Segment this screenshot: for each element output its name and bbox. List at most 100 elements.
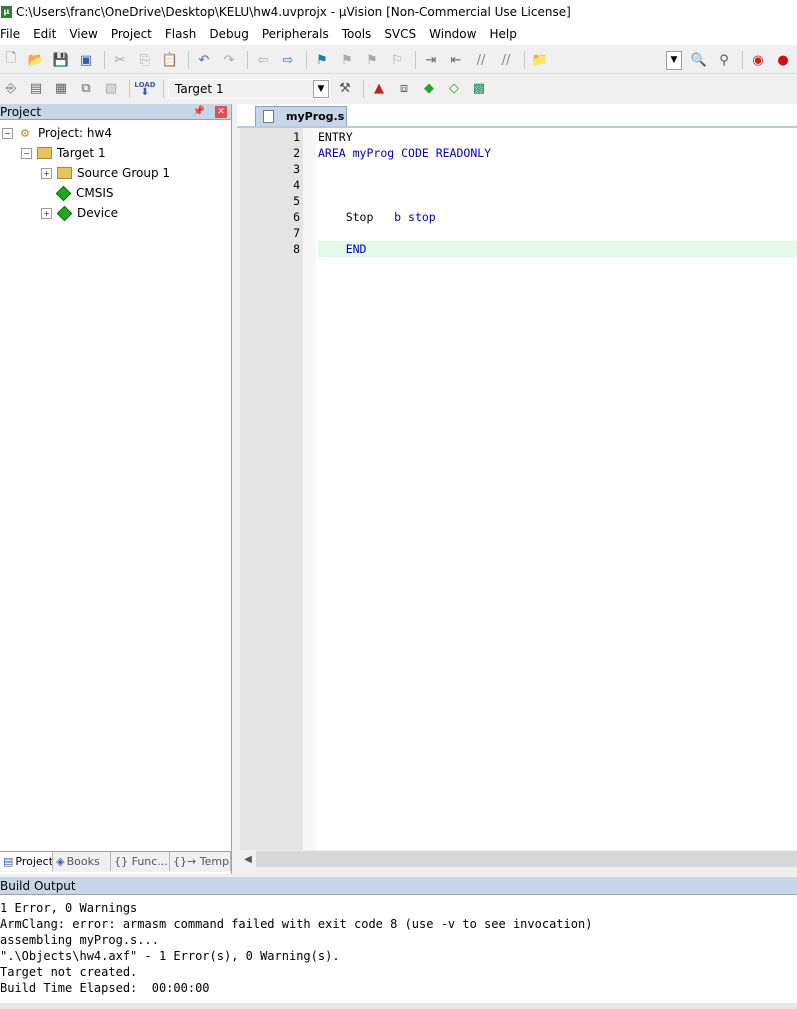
tab-project[interactable]: ▤ Project <box>0 852 54 871</box>
source-group-label: Source Group 1 <box>77 166 171 180</box>
code-line[interactable]: 7 <box>237 225 797 241</box>
incremental-find-icon[interactable]: ⚲ <box>713 49 735 71</box>
menu-svcs[interactable]: SVCS <box>378 24 423 45</box>
expand-icon[interactable]: + <box>41 207 52 219</box>
tab-templates[interactable]: {}→ Temp... <box>170 852 231 871</box>
tree-cmsis[interactable]: CMSIS <box>55 184 114 202</box>
save-icon[interactable]: 💾 <box>50 49 72 71</box>
tree-target[interactable]: − Target 1 <box>21 144 106 162</box>
cut-icon[interactable]: ✂ <box>109 49 131 71</box>
navigate-forward-icon[interactable]: ⇨ <box>277 49 299 71</box>
code-text[interactable]: AREA myProg CODE READONLY <box>318 145 491 161</box>
code-line[interactable]: 6 Stop b stop <box>237 209 797 225</box>
copy-icon[interactable]: ⎘ <box>134 49 156 71</box>
document-icon <box>263 110 274 123</box>
menu-help[interactable]: Help <box>483 24 523 45</box>
collapse-icon[interactable]: − <box>2 127 13 139</box>
file-tab-myprog[interactable]: myProg.s <box>255 106 347 126</box>
menu-tools[interactable]: Tools <box>336 24 379 45</box>
tree-device[interactable]: + Device <box>41 204 118 222</box>
find-in-files-icon[interactable]: 📁 <box>529 49 551 71</box>
find-icon[interactable]: 🔍 <box>688 49 710 71</box>
menu-peripherals[interactable]: Peripherals <box>256 24 336 45</box>
uncomment-icon[interactable]: // <box>495 49 517 71</box>
collapse-icon[interactable]: − <box>21 147 32 159</box>
redo-icon[interactable]: ↷ <box>218 49 240 71</box>
line-number: 5 <box>293 194 300 208</box>
scroll-left-icon[interactable]: ◀ <box>240 851 256 867</box>
prev-bookmark-icon[interactable]: ⚑ <box>336 49 358 71</box>
build-icon[interactable]: ▤ <box>25 78 47 100</box>
menu-file[interactable]: File <box>0 24 27 45</box>
unindent-icon[interactable]: ⇤ <box>445 49 467 71</box>
line-number: 4 <box>293 178 300 192</box>
build-output-line: ".\Objects\hw4.axf" - 1 Error(s), 0 Warn… <box>0 949 340 963</box>
expand-icon[interactable]: + <box>41 167 52 179</box>
code-text[interactable]: ENTRY <box>318 129 353 145</box>
manage-rte-icon[interactable]: ◆ <box>418 78 440 100</box>
stop-build-icon[interactable]: ▧ <box>100 78 122 100</box>
build-output-line: Build Time Elapsed: 00:00:00 <box>0 981 210 995</box>
open-file-icon[interactable]: 📂 <box>25 49 47 71</box>
comment-icon[interactable]: // <box>470 49 492 71</box>
chevron-down-icon[interactable]: ▼ <box>313 79 329 98</box>
tab-books[interactable]: ◈ Books <box>53 852 112 871</box>
software-packs-icon[interactable]: ▩ <box>468 78 490 100</box>
new-file-icon[interactable]: 🗋 <box>0 49 22 71</box>
close-icon[interactable]: ✕ <box>215 105 227 118</box>
target-options-icon[interactable]: ⚒ <box>334 78 356 100</box>
build-output-panel: Build Output 1 Error, 0 Warnings ArmClan… <box>0 877 797 1009</box>
next-bookmark-icon[interactable]: ⚑ <box>361 49 383 71</box>
horizontal-scrollbar[interactable]: ◀ <box>240 851 797 867</box>
target-folder-icon <box>36 146 52 160</box>
find-combo-dropdown[interactable]: ▼ <box>666 50 682 70</box>
tree-source-group[interactable]: + Source Group 1 <box>41 164 170 182</box>
menu-edit[interactable]: Edit <box>27 24 63 45</box>
line-number: 3 <box>293 162 300 176</box>
code-line[interactable]: 5 <box>237 193 797 209</box>
code-text[interactable]: END <box>318 241 797 257</box>
tab-project-label: Project <box>15 855 54 868</box>
rebuild-icon[interactable]: ▦ <box>50 78 72 100</box>
save-all-icon[interactable]: ▣ <box>75 49 97 71</box>
bookmark-icon[interactable]: ⚑ <box>311 49 333 71</box>
line-number: 7 <box>293 226 300 240</box>
menu-debug[interactable]: Debug <box>203 24 255 45</box>
code-line[interactable]: 3 <box>237 161 797 177</box>
pack-installer-icon[interactable]: ◇ <box>443 78 465 100</box>
clear-bookmarks-icon[interactable]: ⚐ <box>386 49 408 71</box>
pin-icon[interactable]: 📌 <box>193 106 205 117</box>
translate-icon[interactable]: ⎆ <box>0 78 22 100</box>
debug-session-icon[interactable]: ◉ <box>747 49 769 71</box>
undo-icon[interactable]: ↶ <box>193 49 215 71</box>
menu-view[interactable]: View <box>63 24 104 45</box>
project-panel-tabs: ▤ Project ◈ Books {} Func... {}→ Temp... <box>0 851 231 872</box>
code-line[interactable]: 1 ENTRY <box>237 129 797 145</box>
select-packs-icon[interactable]: ⧈ <box>393 78 415 100</box>
tab-functions[interactable]: {} Func... <box>111 852 171 871</box>
menu-project[interactable]: Project <box>105 24 159 45</box>
code-line-current[interactable]: 8 END <box>237 241 797 257</box>
indent-icon[interactable]: ⇥ <box>420 49 442 71</box>
navigate-back-icon[interactable]: ⇦ <box>252 49 274 71</box>
code-text[interactable]: Stop b stop <box>318 209 436 225</box>
tab-books-label: Books <box>66 855 100 868</box>
toolbar-separator <box>129 79 130 98</box>
paste-icon[interactable]: 📋 <box>159 49 181 71</box>
code-line[interactable]: 4 <box>237 177 797 193</box>
build-output-log[interactable]: 1 Error, 0 Warnings ArmClang: error: arm… <box>0 895 797 996</box>
toolbar-separator <box>742 51 743 69</box>
code-line[interactable]: 2 AREA myProg CODE READONLY <box>237 145 797 161</box>
editor-pane: myProg.s 1 ENTRY 2 AREA myProg CODE READ… <box>237 104 797 874</box>
menu-flash[interactable]: Flash <box>159 24 203 45</box>
breakpoint-icon[interactable]: ● <box>772 49 794 71</box>
project-panel-title: Project <box>0 104 42 119</box>
diamond-shape <box>55 185 71 201</box>
toolbar-separator <box>524 51 525 69</box>
tree-project-root[interactable]: − ⚙ Project: hw4 <box>2 124 112 142</box>
target-select[interactable]: Target 1 ▼ <box>168 78 330 99</box>
menu-window[interactable]: Window <box>423 24 483 45</box>
batch-build-icon[interactable]: ⧉ <box>75 78 97 100</box>
download-icon[interactable]: LOAD ⬇ <box>134 78 156 100</box>
manage-project-items-icon[interactable]: ▲ <box>368 78 390 100</box>
